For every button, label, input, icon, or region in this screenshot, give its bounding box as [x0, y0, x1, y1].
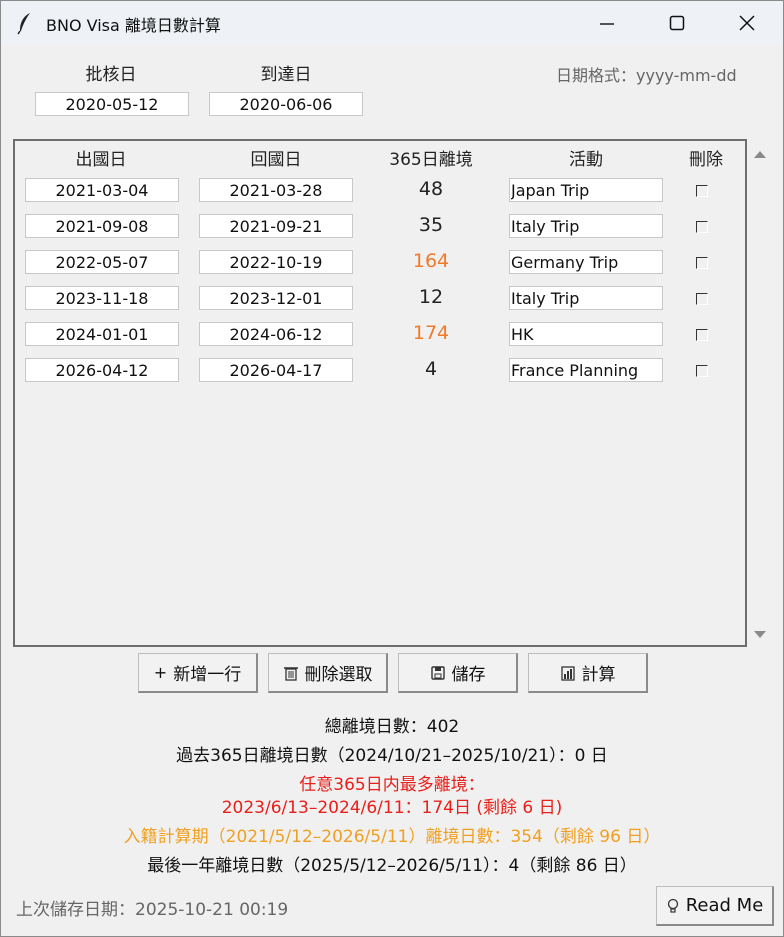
- col-header-days: 365日離境: [389, 150, 473, 170]
- delete-checkbox[interactable]: [696, 365, 708, 377]
- col-header-depart: 出國日: [75, 150, 127, 170]
- total-days-text: 總離境日數：402: [324, 717, 460, 737]
- last-saved-text: 上次儲存日期：2025-10-21 00:19: [16, 900, 289, 920]
- return-date-input[interactable]: [199, 214, 353, 238]
- lightbulb-icon: [667, 898, 678, 913]
- scroll-up-icon[interactable]: [753, 149, 767, 159]
- floppy-disk-icon: [430, 665, 445, 680]
- activity-input[interactable]: [509, 358, 663, 382]
- naturalisation-period-text: 入籍計算期（2021/5/12–2026/5/11）離境日數：354（剩餘 96…: [123, 827, 661, 847]
- arrival-date-label: 到達日: [260, 65, 312, 85]
- calculate-label: 計算: [581, 665, 616, 685]
- save-label: 儲存: [451, 665, 486, 685]
- depart-date-input[interactable]: [25, 358, 179, 382]
- close-icon: [739, 15, 755, 31]
- delete-checkbox[interactable]: [696, 221, 708, 233]
- delete-checkbox[interactable]: [696, 329, 708, 341]
- bar-chart-icon: [560, 665, 575, 681]
- return-date-input[interactable]: [199, 286, 353, 310]
- days-away-value: 48: [418, 178, 444, 200]
- approval-date-label: 批核日: [85, 65, 137, 85]
- delete-checkbox[interactable]: [696, 293, 708, 305]
- days-away-value: 35: [418, 214, 444, 236]
- col-header-return: 回國日: [250, 150, 302, 170]
- return-date-input[interactable]: [199, 178, 353, 202]
- days-away-value: 4: [424, 358, 438, 380]
- save-button[interactable]: 儲存: [398, 653, 518, 693]
- activity-input[interactable]: [509, 286, 663, 310]
- maximize-icon: [669, 15, 685, 31]
- past-365-days-text: 過去365日離境日數（2024/10/21–2025/10/21）：0 日: [176, 746, 608, 766]
- activity-input[interactable]: [509, 250, 663, 274]
- app-window: BNO Visa 離境日數計算 批核日 到達日 日期格式：yyyy-mm-dd …: [0, 0, 784, 937]
- days-away-value: 12: [418, 286, 444, 308]
- delete-checkbox[interactable]: [696, 185, 708, 197]
- scroll-down-icon[interactable]: [753, 630, 767, 640]
- trash-icon: [283, 666, 298, 681]
- max-window-title: 任意365日内最多離境：: [299, 775, 485, 795]
- col-header-activity: 活動: [569, 150, 603, 170]
- delete-selected-label: 刪除選取: [304, 665, 373, 685]
- days-away-value: 164: [412, 250, 450, 272]
- activity-input[interactable]: [509, 214, 663, 238]
- days-away-value: 174: [412, 322, 450, 344]
- depart-date-input[interactable]: [25, 214, 179, 238]
- return-date-input[interactable]: [199, 250, 353, 274]
- calculate-button[interactable]: 計算: [528, 653, 648, 693]
- add-row-button[interactable]: + 新增一行: [138, 653, 258, 693]
- close-button[interactable]: [712, 1, 782, 45]
- approval-date-input[interactable]: [35, 92, 189, 116]
- date-format-hint: 日期格式：yyyy-mm-dd: [556, 66, 737, 85]
- window-title: BNO Visa 離境日數計算: [46, 16, 221, 35]
- depart-date-input[interactable]: [25, 322, 179, 346]
- activity-input[interactable]: [509, 178, 663, 202]
- plus-icon: +: [153, 663, 168, 682]
- readme-button[interactable]: Read Me: [656, 886, 774, 926]
- minimize-button[interactable]: [572, 1, 642, 45]
- add-row-label: 新增一行: [173, 665, 242, 685]
- last-year-text: 最後一年離境日數（2025/5/12–2026/5/11）：4（剩餘 86 日）: [147, 856, 637, 876]
- minimize-icon: [600, 23, 614, 25]
- feather-icon: [17, 13, 30, 35]
- delete-checkbox[interactable]: [696, 257, 708, 269]
- max-window-detail: 2023/6/13–2024/6/11：174日 (剩餘 6 日): [221, 798, 563, 818]
- delete-selected-button[interactable]: 刪除選取: [268, 653, 388, 693]
- readme-label: Read Me: [685, 895, 764, 916]
- depart-date-input[interactable]: [25, 178, 179, 202]
- depart-date-input[interactable]: [25, 286, 179, 310]
- return-date-input[interactable]: [199, 358, 353, 382]
- maximize-button[interactable]: [642, 1, 712, 45]
- activity-input[interactable]: [509, 322, 663, 346]
- depart-date-input[interactable]: [25, 250, 179, 274]
- title-bar: BNO Visa 離境日數計算: [1, 1, 783, 45]
- return-date-input[interactable]: [199, 322, 353, 346]
- arrival-date-input[interactable]: [209, 92, 363, 116]
- col-header-delete: 刪除: [689, 150, 723, 170]
